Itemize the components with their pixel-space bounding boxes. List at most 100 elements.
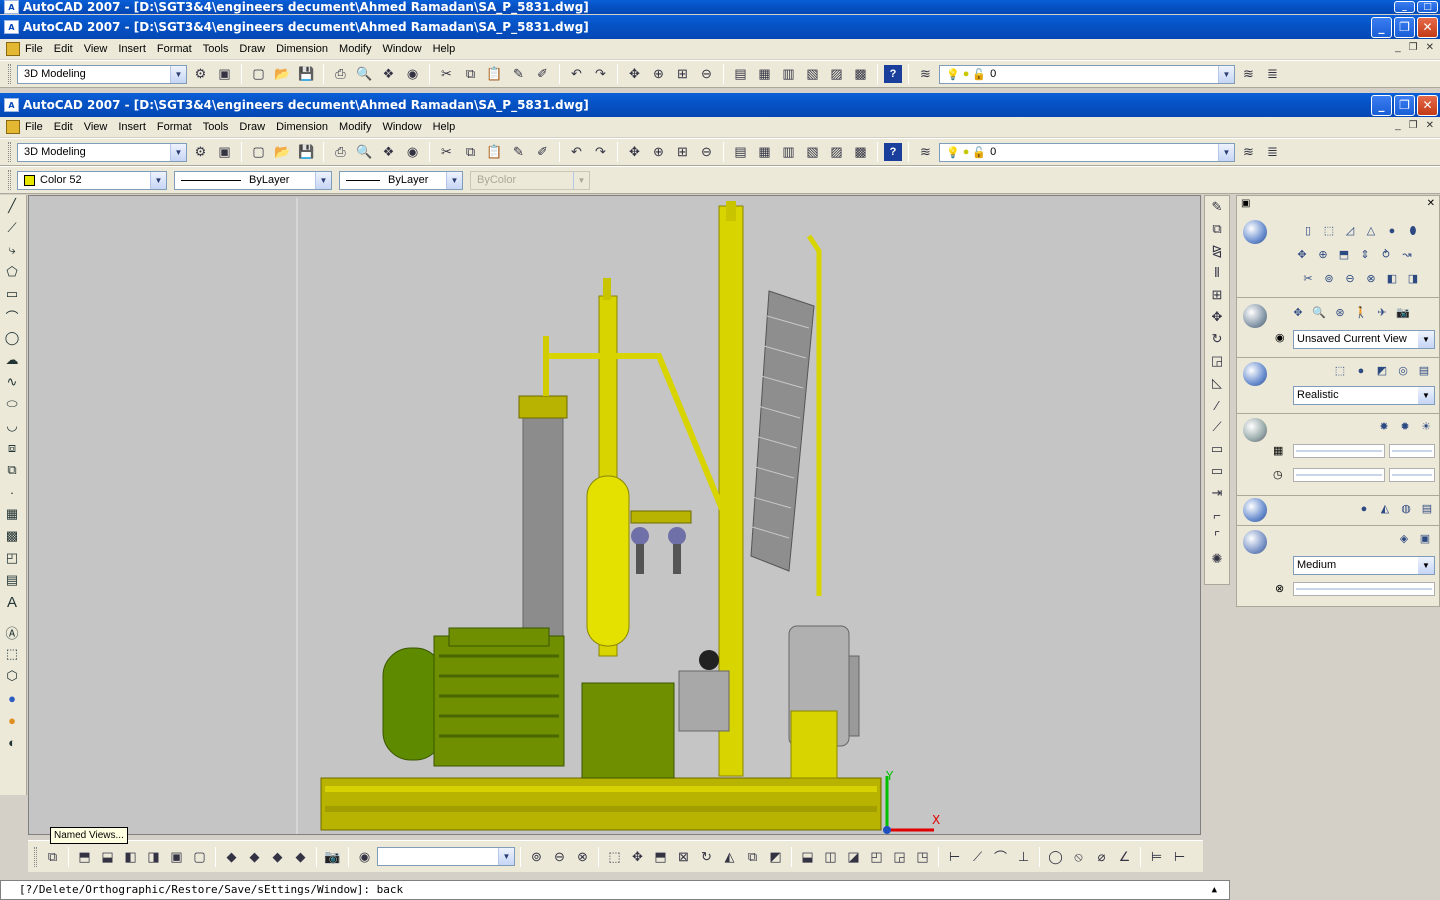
intersect-icon[interactable]: ⊗ [1362,270,1380,288]
realistic-icon[interactable]: ● [1352,362,1370,380]
pan-icon[interactable]: ✥ [624,64,645,85]
fillet-icon[interactable]: ⌜ [1205,526,1229,548]
subtract-icon[interactable]: ⊖ [1341,270,1359,288]
restore-button[interactable]: ❐ [1394,95,1415,116]
explode-icon[interactable]: ✺ [1205,548,1229,570]
left-view-icon[interactable]: ◧ [120,846,141,867]
ne-iso-icon[interactable]: ◆ [267,846,288,867]
render-window-icon[interactable]: ▣ [1416,530,1434,548]
menu-file[interactable]: File [25,121,43,133]
intersect-icon[interactable]: ⊗ [572,846,593,867]
menu-insert[interactable]: Insert [118,43,146,55]
menu-help[interactable]: Help [433,121,456,133]
zoom-previous-icon[interactable]: ⊖ [696,64,717,85]
stretch-icon[interactable]: ◺ [1205,372,1229,394]
3d-dwf-icon[interactable]: ◉ [402,64,423,85]
zoom-window-icon[interactable]: ⊞ [672,64,693,85]
diameter-icon[interactable]: ⌀ [1091,846,1112,867]
exposure-slider[interactable] [1293,582,1435,596]
copy-icon[interactable]: ⧉ [460,64,481,85]
dashboard-menu-icon[interactable]: ▣ [1241,198,1250,210]
hatch-icon[interactable]: ▦ [0,503,24,525]
document-icon[interactable] [6,42,20,56]
radius-icon[interactable]: ◯ [1045,846,1066,867]
menu-file[interactable]: File [25,43,43,55]
gradient-icon[interactable]: ▩ [0,525,24,547]
ellipse-icon[interactable]: ⬭ [0,393,24,415]
3d-pan-icon[interactable]: ✥ [1289,304,1307,322]
sheet-set-icon[interactable]: ▧ [802,64,823,85]
materials-manager-icon[interactable]: ▤ [1418,500,1436,518]
save-icon[interactable]: 💾 [296,142,317,163]
doc-close-icon[interactable]: ✕ [1426,120,1434,131]
chamfer-icon[interactable]: ⌐ [1205,504,1229,526]
trim-icon[interactable]: ⁄ [1205,394,1229,416]
menu-format[interactable]: Format [157,121,192,133]
angular-icon[interactable]: ∠ [1114,846,1135,867]
jogged-icon[interactable]: ⦸ [1068,846,1089,867]
view-select[interactable]: Unsaved Current View ▼ [1293,330,1435,349]
workspace-select[interactable]: 3D Modeling ▼ [17,142,187,162]
offset-icon[interactable]: ⫴ [1205,262,1229,284]
nw-iso-icon[interactable]: ◆ [290,846,311,867]
conceptual-icon[interactable]: ◩ [1373,362,1391,380]
break-icon[interactable]: ▭ [1205,438,1229,460]
match-properties-icon[interactable]: ✎ [508,64,529,85]
render-quality-select[interactable]: Medium ▼ [1293,556,1435,575]
separate-icon[interactable]: ◪ [843,846,864,867]
dashboard-close-icon[interactable]: ✕ [1427,198,1435,210]
imprint-icon[interactable]: ⬓ [797,846,818,867]
se-iso-icon[interactable]: ◆ [244,846,265,867]
undo-icon[interactable]: ↶ [566,142,587,163]
open-icon[interactable]: 📂 [272,64,293,85]
line-icon[interactable]: ╱ [0,195,24,217]
move-faces-icon[interactable]: ✥ [627,846,648,867]
3d-move-icon[interactable]: ✥ [1293,246,1311,264]
mirror-icon[interactable]: ⧎ [1205,240,1229,262]
design-center-icon[interactable]: ▦ [754,64,775,85]
date-slider[interactable] [1293,444,1385,458]
walk-icon[interactable]: 🚶 [1352,304,1370,322]
extend-icon[interactable]: ⟋ [1205,416,1229,438]
make-layer-current-icon[interactable]: ≋ [1238,64,1259,85]
restore-button[interactable]: ❐ [1394,17,1415,38]
3d-zoom-icon[interactable]: 🔍 [1310,304,1328,322]
doc-restore-icon[interactable]: ❐ [1409,120,1418,131]
menu-view[interactable]: View [84,121,108,133]
minimize-button[interactable]: _ [1394,1,1415,13]
top-view-icon[interactable]: ⬒ [74,846,95,867]
menu-view[interactable]: View [84,43,108,55]
box-icon[interactable]: ⬚ [0,643,24,665]
check-icon[interactable]: ◲ [889,846,910,867]
document-icon[interactable] [6,120,20,134]
union-icon[interactable]: ⊚ [526,846,547,867]
materials-map-icon[interactable]: ◭ [1376,500,1394,518]
solid-icon[interactable]: ⬡ [0,665,24,687]
render-icon[interactable]: ● [0,709,24,731]
revision-cloud-icon[interactable]: ☁ [0,349,24,371]
materials-sphere-icon[interactable]: ● [1355,500,1373,518]
time-slider[interactable] [1293,468,1385,482]
zoom-realtime-icon[interactable]: ⊕ [648,64,669,85]
paste-icon[interactable]: 📋 [484,64,505,85]
region-icon[interactable]: ◰ [0,547,24,569]
sw-iso-icon[interactable]: ◆ [221,846,242,867]
copy-faces-icon[interactable]: ⧉ [742,846,763,867]
back-view-icon[interactable]: ▢ [189,846,210,867]
layer-select[interactable]: 💡 ● 🔓 0 ▼ [939,142,1235,162]
copy-object-icon[interactable]: ⧉ [1205,218,1229,240]
copy-icon[interactable]: ⧉ [460,142,481,163]
layer-manager-icon[interactable]: ≋ [915,64,936,85]
rotate-faces-icon[interactable]: ↻ [696,846,717,867]
menu-edit[interactable]: Edit [54,121,73,133]
tool-palettes-icon[interactable]: ▥ [778,142,799,163]
drawing-viewport[interactable]: Y X [28,195,1201,835]
cut-icon[interactable]: ✂ [436,142,457,163]
zoom-realtime-icon[interactable]: ⊕ [648,142,669,163]
help-icon[interactable]: ? [884,65,902,83]
close-button[interactable]: ✕ [1417,95,1438,116]
polysolid-icon[interactable]: ▯ [1299,222,1317,240]
scale-icon[interactable]: ◲ [1205,350,1229,372]
color-select[interactable]: Color 52 ▼ [17,170,167,190]
paste-icon[interactable]: 📋 [484,142,505,163]
